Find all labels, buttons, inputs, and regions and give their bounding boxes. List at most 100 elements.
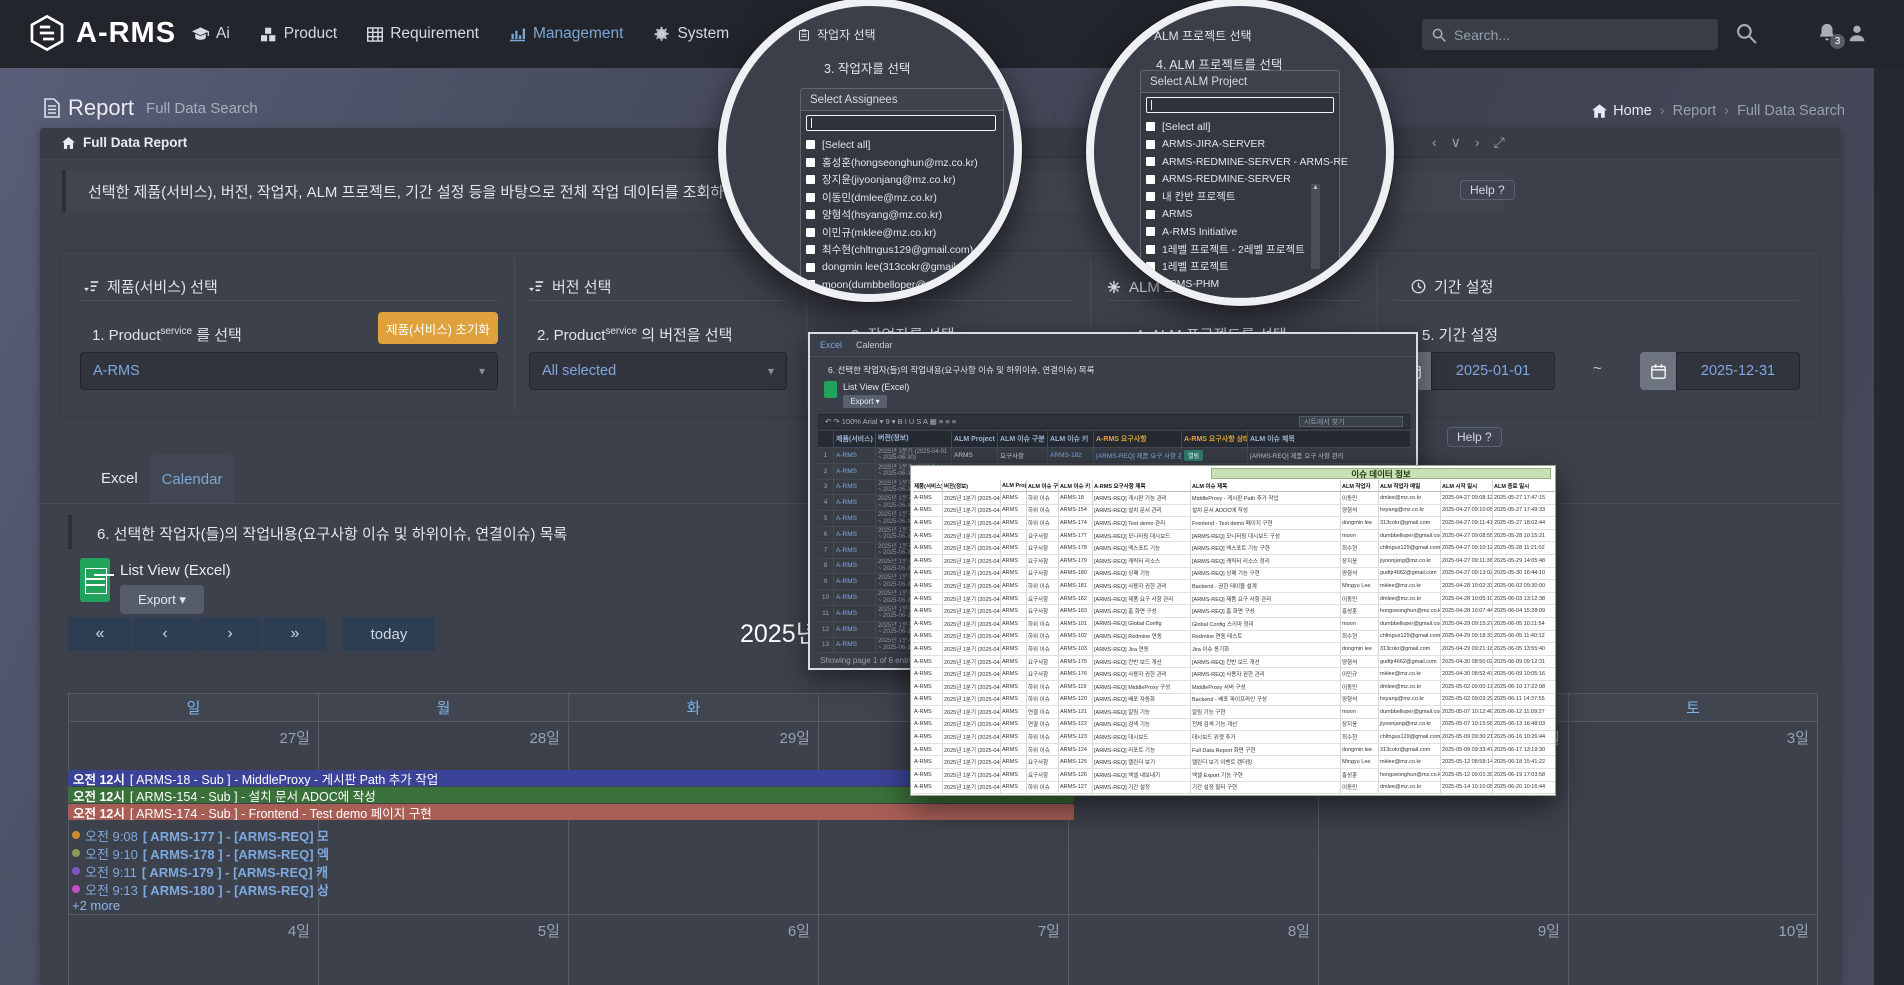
checkbox[interactable] (806, 193, 815, 202)
calendar-day-cell[interactable]: 7일 (818, 915, 1068, 985)
sheet-row[interactable]: A-RMS 2025년 1분기 (2025-04-01 ~ 2025-06-30… (913, 568, 1555, 581)
search-submit-icon[interactable] (1736, 23, 1757, 44)
chevron-right-icon[interactable]: › (1475, 134, 1480, 151)
timed-event[interactable]: 오전 9:13 [ ARMS-180 ] - [ARMS-REQ] 상패 제 (72, 880, 328, 898)
sheet-row[interactable]: A-RMS 2025년 1분기 (2025-04-01 ~ 2025-06-30… (913, 542, 1555, 555)
expand-icon[interactable]: ⤢ (1494, 134, 1505, 151)
sheet-row[interactable]: A-RMS 2025년 1분기 (2025-04-01 ~ 2025-06-30… (913, 631, 1555, 644)
alm-dropdown-header[interactable]: Select ALM Project (1140, 70, 1340, 93)
tab-excel[interactable]: Excel (101, 470, 138, 487)
alm-filter-input[interactable] (1146, 97, 1334, 113)
calendar-icon[interactable] (1640, 352, 1676, 390)
calendar-day-cell[interactable]: 10일 (1568, 915, 1818, 985)
timed-event[interactable]: 오전 9:11 [ ARMS-179 ] - [ARMS-REQ] 캐릭터 (72, 862, 328, 880)
breadcrumb-report[interactable]: Report (1673, 103, 1717, 119)
sheet-row[interactable]: A-RMS 2025년 1분기 (2025-04-01 ~ 2025-06-30… (913, 668, 1555, 681)
version-select[interactable]: All selected▾ (529, 352, 787, 390)
sheet-row[interactable]: A-RMS 2025년 1분기 (2025-04-01 ~ 2025-06-30… (913, 656, 1555, 669)
product-reset-button[interactable]: 제품(서비스) 초기화 (378, 312, 498, 344)
assignee-option[interactable]: 최수현(chltngus129@gmail.com) (806, 241, 982, 259)
menu-item-ai[interactable]: Ai (192, 25, 230, 43)
timed-event[interactable]: 오전 9:08 [ ARMS-177 ] - [ARMS-REQ] 모니터 (72, 826, 328, 844)
sheet-row[interactable]: A-RMS 2025년 1분기 (2025-04-01 ~ 2025-06-30… (913, 744, 1555, 757)
breadcrumb-home[interactable]: Home (1592, 103, 1652, 119)
assignee-option[interactable]: dongmin lee(313cokr@gmail.com) (806, 259, 982, 277)
checkbox[interactable] (806, 158, 815, 167)
calendar-last-button[interactable]: » (263, 617, 327, 651)
today-button[interactable]: today (343, 617, 435, 651)
calendar-first-button[interactable]: « (68, 617, 132, 651)
alm-option[interactable]: ARMS-JIRA-SERVER (1146, 136, 1348, 154)
calendar-day-cell[interactable]: 9일 (1318, 915, 1568, 985)
sheet-row[interactable]: A-RMS 2025년 1분기 (2025-04-01 ~ 2025-06-30… (913, 643, 1555, 656)
scrollbar[interactable]: ▲ (1311, 184, 1320, 269)
sheet-row[interactable]: A-RMS 2025년 1분기 (2025-04-01 ~ 2025-06-30… (913, 593, 1555, 606)
sheet-row[interactable]: A-RMS 2025년 1분기 (2025-04-01 ~ 2025-06-30… (913, 580, 1555, 593)
sheet-row[interactable]: A-RMS 2025년 1분기 (2025-04-01 ~ 2025-06-30… (913, 756, 1555, 769)
assignee-option[interactable]: moon(dumbbelloper@gmail.com) (806, 276, 982, 294)
menu-item-requirement[interactable]: Requirement (367, 25, 479, 43)
checkbox[interactable] (1146, 175, 1155, 184)
assignee-filter-input[interactable] (806, 115, 996, 131)
alm-option[interactable]: ARMS-PHM (1146, 276, 1348, 294)
timed-event[interactable]: 오전 9:10 [ ARMS-178 ] - [ARMS-REQ] 엑스포 (72, 844, 328, 862)
mini-sheet-search[interactable]: 시트에서 찾기 (1299, 416, 1403, 427)
mini-table-row[interactable]: 1 A-RMS 2025년 1분기 (2025-04-01 ~ 2025-06-… (818, 448, 1410, 464)
sheet-row[interactable]: A-RMS 2025년 1분기 (2025-04-01 ~ 2025-06-30… (913, 555, 1555, 568)
tab-calendar[interactable]: Calendar (150, 455, 234, 503)
calendar-day-cell[interactable]: 4일 (68, 915, 318, 985)
sheet-row[interactable]: A-RMS 2025년 1분기 (2025-04-01 ~ 2025-06-30… (913, 530, 1555, 543)
mini-export-button[interactable]: Export ▾ (843, 395, 887, 408)
alm-option[interactable]: ARMS-REDMINE-SERVER - ARMS-RE (1146, 153, 1348, 171)
calendar-day-cell[interactable]: 5일 (318, 915, 568, 985)
menu-item-system[interactable]: System (653, 25, 729, 43)
export-button[interactable]: Export ▾ (120, 585, 204, 614)
calendar-prev-button[interactable]: ‹ (133, 617, 197, 651)
sheet-row[interactable]: A-RMS 2025년 1분기 (2025-04-01 ~ 2025-06-30… (913, 719, 1555, 732)
user-icon[interactable] (1846, 22, 1868, 44)
calendar-next-button[interactable]: › (198, 617, 262, 651)
menu-item-product[interactable]: Product (260, 25, 337, 43)
allday-event-bar[interactable]: 오전 12시[ ARMS-174 - Sub ] - Frontend - Te… (68, 804, 1074, 820)
checkbox[interactable] (1146, 140, 1155, 149)
chevron-down-icon[interactable]: ∨ (1451, 134, 1461, 151)
checkbox[interactable] (1146, 192, 1155, 201)
date-from-input[interactable]: 2025-01-01 (1431, 352, 1555, 390)
chevron-left-icon[interactable]: ‹ (1432, 134, 1437, 151)
checkbox[interactable] (1146, 280, 1155, 289)
help-button[interactable]: Help ? (1460, 180, 1515, 200)
checkbox[interactable] (806, 175, 815, 184)
sheet-row[interactable]: A-RMS 2025년 1분기 (2025-04-01 ~ 2025-06-30… (913, 605, 1555, 618)
sheet-row[interactable]: A-RMS 2025년 1분기 (2025-04-01 ~ 2025-06-30… (913, 731, 1555, 744)
assignee-option[interactable]: [Select all] (806, 136, 982, 154)
sheet-row[interactable]: A-RMS 2025년 1분기 (2025-04-01 ~ 2025-06-30… (913, 517, 1555, 530)
checkbox[interactable] (806, 228, 815, 237)
sheet-row[interactable]: A-RMS 2025년 1분기 (2025-04-01 ~ 2025-06-30… (913, 694, 1555, 707)
alm-option[interactable]: [Select all] (1146, 118, 1348, 136)
checkbox[interactable] (1146, 262, 1155, 271)
assignee-option[interactable]: 장지윤(jiyoonjang@mz.co.kr) (806, 171, 982, 189)
checkbox[interactable] (1146, 245, 1155, 254)
help-button[interactable]: Help ? (1447, 427, 1502, 447)
mini-tab-calendar[interactable]: Calendar (856, 340, 893, 350)
checkbox[interactable] (806, 140, 815, 149)
sheet-row[interactable]: A-RMS 2025년 1분기 (2025-04-01 ~ 2025-06-30… (913, 681, 1555, 694)
sheet-row[interactable]: A-RMS 2025년 1분기 (2025-04-01 ~ 2025-06-30… (913, 505, 1555, 518)
sheet-row[interactable]: A-RMS 2025년 1분기 (2025-04-01 ~ 2025-06-30… (913, 618, 1555, 631)
checkbox[interactable] (806, 245, 815, 254)
assignee-option[interactable]: 이민규(mklee@mz.co.kr) (806, 224, 982, 242)
calendar-day-cell[interactable]: 6일 (568, 915, 818, 985)
assignee-dropdown-header[interactable]: Select Assignees (800, 88, 1004, 111)
checkbox[interactable] (1146, 227, 1155, 236)
sheet-row[interactable]: A-RMS 2025년 1분기 (2025-04-01 ~ 2025-06-30… (913, 492, 1555, 505)
more-events-link[interactable]: +2 more (72, 898, 120, 913)
checkbox[interactable] (806, 210, 815, 219)
menu-item-management[interactable]: Management (509, 25, 623, 43)
checkbox[interactable] (1146, 157, 1155, 166)
search-input[interactable] (1454, 27, 1694, 43)
checkbox[interactable] (1146, 122, 1155, 131)
mini-tab-excel[interactable]: Excel (820, 340, 842, 350)
calendar-day-cell[interactable]: 8일 (1068, 915, 1318, 985)
checkbox[interactable] (806, 280, 815, 289)
sheet-row[interactable]: A-RMS 2025년 1분기 (2025-04-01 ~ 2025-06-30… (913, 769, 1555, 782)
